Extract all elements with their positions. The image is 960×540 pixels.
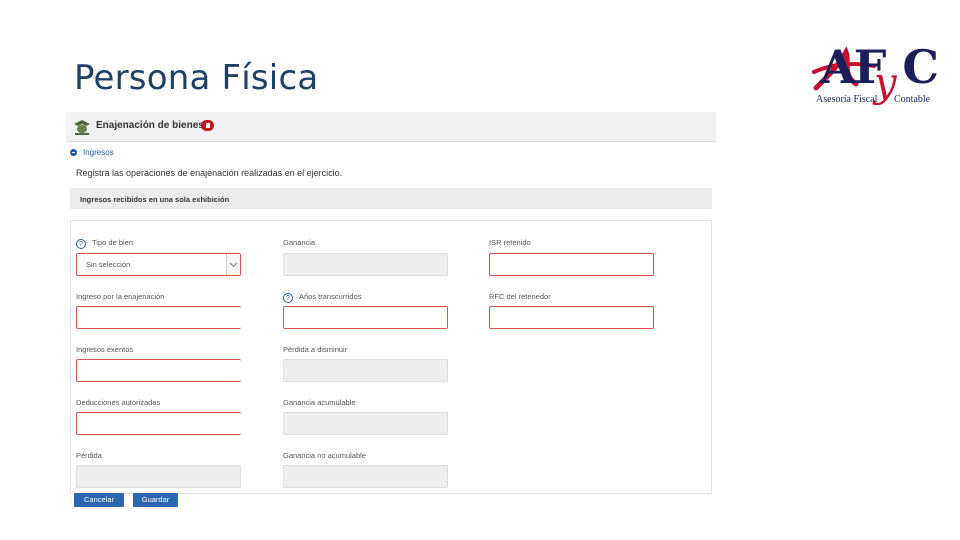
anos-transcurridos-input[interactable]	[283, 306, 448, 329]
ganancia-label: Ganancia	[283, 238, 316, 247]
logo-subtitle-2: Contable	[894, 94, 931, 105]
help-icon[interactable]: ?	[76, 239, 86, 249]
chevron-down-icon	[226, 254, 240, 275]
perdida-disminuir-label: Pérdida a disminuir	[283, 345, 348, 354]
tipo-bien-value: Sin selección	[86, 260, 131, 269]
section-label: Ingresos recibidos en una sola exhibició…	[80, 195, 230, 204]
perdida-label: Pérdida	[76, 451, 102, 460]
circle-arrow-icon	[70, 149, 77, 156]
deducciones-label: Deducciones autorizadas	[76, 398, 161, 407]
ganancia-acumulable-input	[283, 412, 448, 435]
ingreso-enajenacion-input[interactable]	[76, 306, 241, 329]
alert-badge-icon[interactable]	[201, 120, 214, 131]
app-screenshot: Enajenación de bienes Ingresos Registra …	[66, 112, 716, 512]
ganancia-acumulable-label: Ganancia acumulable	[283, 398, 356, 407]
isr-retenido-label: ISR retenido	[489, 238, 531, 247]
cancel-button[interactable]: Cancelar	[74, 493, 124, 507]
slide-title: Persona Física	[74, 58, 319, 98]
rfc-retenedor-label: RFC del retenedor	[489, 292, 551, 301]
rfc-retenedor-input[interactable]	[489, 306, 654, 329]
anos-transcurridos-label: ? Años transcurridos	[283, 292, 362, 303]
logo-subtitle-1: Asesoría Fiscal	[816, 94, 878, 105]
eagle-emblem-icon	[74, 120, 90, 135]
header-title: Enajenación de bienes	[96, 120, 204, 131]
tipo-bien-select[interactable]: Sin selección	[76, 253, 241, 276]
save-button[interactable]: Guardar	[133, 493, 178, 507]
perdida-input	[76, 465, 241, 488]
nav-ingresos-link[interactable]: Ingresos	[70, 148, 114, 157]
app-header: Enajenación de bienes	[66, 112, 716, 142]
ingresos-exentos-label: Ingresos exentos	[76, 345, 134, 354]
deducciones-input[interactable]	[76, 412, 241, 435]
slide: Persona Física AF C y Asesoría Fiscal Con…	[0, 0, 960, 540]
help-icon[interactable]: ?	[283, 293, 293, 303]
isr-retenido-input[interactable]	[489, 253, 654, 276]
ganancia-no-acumulable-label: Ganancia no acumulable	[283, 451, 366, 460]
section-header: Ingresos recibidos en una sola exhibició…	[70, 188, 712, 209]
instruction-text: Registra las operaciones de enajenación …	[76, 168, 343, 178]
perdida-disminuir-input	[283, 359, 448, 382]
ingreso-enajenacion-label: Ingreso por la enajenación	[76, 292, 165, 301]
company-logo: AF C y Asesoría Fiscal Contable	[812, 38, 939, 120]
ingresos-exentos-input[interactable]	[76, 359, 241, 382]
ganancia-input	[283, 253, 448, 276]
ganancia-no-acumulable-input	[283, 465, 448, 488]
tipo-bien-label: ? Tipo de bien	[76, 238, 133, 249]
